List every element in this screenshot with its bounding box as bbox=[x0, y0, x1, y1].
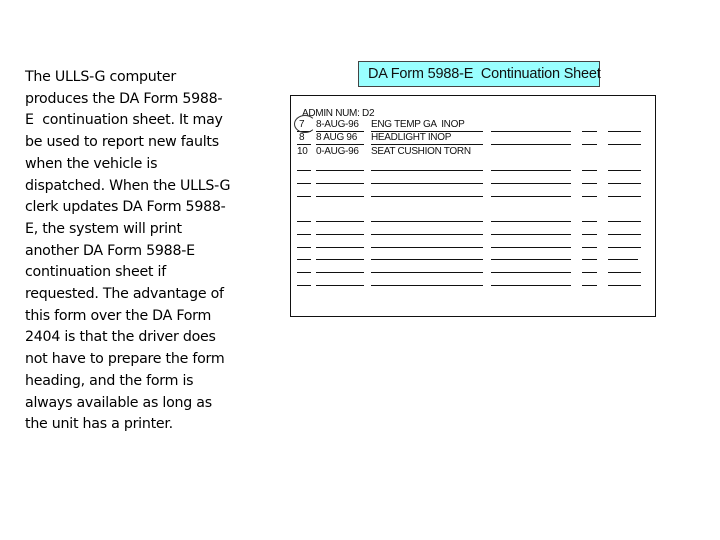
blank-cell bbox=[491, 171, 571, 184]
description-line: heading, and the form is bbox=[25, 372, 194, 389]
fault-cell: SEAT CUSHION TORN bbox=[371, 146, 471, 157]
blank-cell bbox=[582, 273, 597, 286]
description-line: E, the system will print bbox=[25, 220, 182, 237]
blank-cell bbox=[316, 171, 364, 184]
form-title: DA Form 5988-E Continuation Sheet bbox=[368, 66, 601, 82]
blank-cell bbox=[297, 184, 311, 197]
description-line: requested. The advantage of bbox=[25, 286, 224, 303]
blank-row bbox=[291, 223, 655, 235]
blank-cell bbox=[316, 184, 364, 197]
description-text: The ULLS-G computer produces the DA Form… bbox=[25, 67, 247, 436]
blank-cell bbox=[582, 247, 597, 260]
blank-cell bbox=[608, 184, 641, 197]
description-line: always available as long as bbox=[25, 394, 212, 411]
blank-cell bbox=[371, 184, 483, 197]
blank-cell bbox=[491, 132, 571, 145]
blank-cell bbox=[297, 209, 311, 222]
blank-cell bbox=[491, 184, 571, 197]
description-line: this form over the DA Form bbox=[25, 307, 212, 324]
fault-entry-row: 8 8 AUG 96 HEADLIGHT INOP bbox=[291, 132, 655, 145]
blank-cell bbox=[582, 184, 597, 197]
blank-cell bbox=[371, 158, 483, 171]
fault-cell: ENG TEMP GA INOP bbox=[371, 119, 483, 132]
form-title-banner: DA Form 5988-E Continuation Sheet bbox=[358, 61, 601, 87]
blank-row bbox=[291, 261, 655, 273]
description-line: clerk updates DA Form 5988- bbox=[25, 199, 226, 216]
date-cell: 0-AUG-96 bbox=[316, 146, 359, 157]
blank-cell bbox=[316, 247, 364, 260]
blank-cell bbox=[316, 209, 364, 222]
blank-cell bbox=[316, 222, 364, 235]
date-cell: 8 AUG 96 bbox=[316, 132, 364, 145]
continuation-sheet: ADMIN NUM: D2 7 8-AUG-96 ENG TEMP GA INO… bbox=[290, 95, 656, 317]
blank-row bbox=[291, 274, 655, 286]
blank-cell bbox=[297, 171, 311, 184]
blank-row bbox=[291, 210, 655, 222]
blank-cell bbox=[316, 260, 364, 273]
blank-cell bbox=[491, 222, 571, 235]
blank-cell bbox=[491, 273, 571, 286]
blank-cell bbox=[297, 247, 311, 260]
description-line: 2404 is that the driver does bbox=[25, 329, 216, 346]
blank-cell bbox=[316, 158, 364, 171]
blank-cell bbox=[608, 222, 641, 235]
blank-cell bbox=[608, 132, 641, 145]
blank-cell bbox=[582, 158, 597, 171]
blank-cell bbox=[297, 222, 311, 235]
description-line: produces the DA Form 5988- bbox=[25, 90, 223, 107]
description-line: not have to prepare the form bbox=[25, 351, 225, 368]
circle-mark-icon bbox=[294, 115, 316, 133]
blank-row bbox=[291, 172, 655, 184]
description-line: when the vehicle is bbox=[25, 155, 158, 172]
blank-cell bbox=[297, 273, 311, 286]
fault-entry-row: 10 0-AUG-96 SEAT CUSHION TORN bbox=[291, 146, 655, 158]
blank-row bbox=[291, 185, 655, 197]
fault-entry-row: 7 8-AUG-96 ENG TEMP GA INOP bbox=[291, 115, 655, 133]
description-line: the unit has a printer. bbox=[25, 416, 173, 433]
blank-cell bbox=[491, 119, 571, 132]
blank-cell bbox=[371, 222, 483, 235]
blank-cell bbox=[316, 273, 364, 286]
description-line: dispatched. When the ULLS-G bbox=[25, 177, 231, 194]
blank-cell bbox=[371, 209, 483, 222]
blank-cell bbox=[582, 171, 597, 184]
blank-cell bbox=[371, 273, 483, 286]
blank-cell bbox=[371, 247, 483, 260]
blank-cell bbox=[297, 260, 311, 273]
blank-cell bbox=[582, 119, 597, 132]
blank-cell bbox=[608, 158, 641, 171]
blank-cell bbox=[582, 209, 597, 222]
description-line: another DA Form 5988-E bbox=[25, 242, 195, 259]
item-number-cell: 7 bbox=[294, 115, 316, 133]
description-line: E continuation sheet. It may bbox=[25, 112, 223, 129]
blank-cell bbox=[608, 260, 641, 273]
blank-row bbox=[291, 159, 655, 171]
blank-row bbox=[291, 248, 655, 260]
blank-cell bbox=[608, 209, 641, 222]
blank-cell bbox=[491, 247, 571, 260]
date-cell: 8-AUG-96 bbox=[316, 119, 364, 132]
blank-cell bbox=[297, 158, 311, 171]
blank-cell bbox=[582, 260, 597, 273]
item-number-cell: 10 bbox=[297, 146, 308, 157]
description-line: The ULLS-G computer bbox=[25, 69, 176, 85]
blank-cell bbox=[491, 158, 571, 171]
description-line: be used to report new faults bbox=[25, 134, 219, 151]
blank-cell bbox=[608, 273, 641, 286]
blank-cell bbox=[371, 171, 483, 184]
blank-cell bbox=[608, 247, 638, 260]
blank-cell bbox=[371, 260, 483, 273]
blank-cell bbox=[491, 260, 571, 273]
blank-cell bbox=[582, 222, 597, 235]
blank-cell bbox=[608, 171, 641, 184]
blank-cell bbox=[608, 119, 641, 132]
item-number-cell: 8 bbox=[297, 132, 311, 145]
blank-cell bbox=[491, 209, 571, 222]
blank-cell bbox=[582, 132, 597, 145]
fault-cell: HEADLIGHT INOP bbox=[371, 132, 483, 145]
description-line: continuation sheet if bbox=[25, 264, 166, 281]
